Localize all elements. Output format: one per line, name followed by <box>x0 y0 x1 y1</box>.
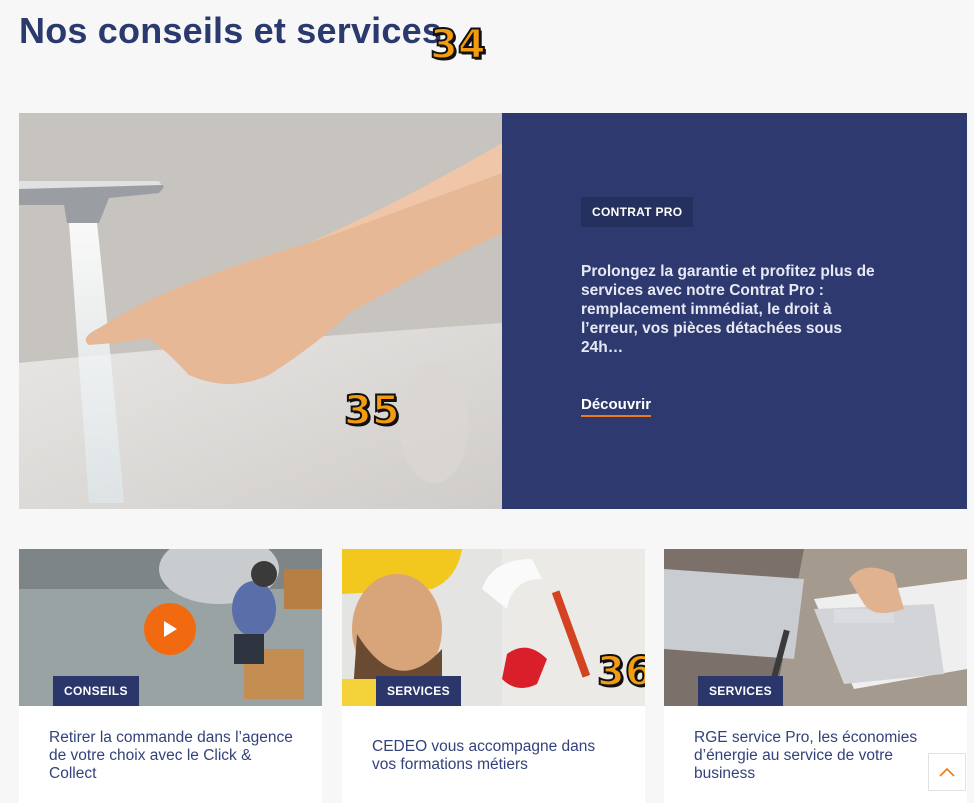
card-tag: SERVICES <box>698 676 783 706</box>
discover-link[interactable]: Découvrir <box>581 396 652 417</box>
card-title[interactable]: RGE service Pro, les économies d’énergie… <box>694 729 944 783</box>
card-click-collect[interactable]: CONSEILS Retirer la commande dans l’agen… <box>19 549 322 803</box>
hero-panel: CONTRAT PRO Prolongez la garantie et pro… <box>502 113 967 509</box>
marker-34: 34 <box>429 21 487 69</box>
card-rge-service[interactable]: SERVICES RGE service Pro, les économies … <box>664 549 967 803</box>
card-image: SERVICES 36 <box>342 549 645 706</box>
card-formations[interactable]: SERVICES 36 CEDEO vous accompagne dans v… <box>342 549 645 803</box>
hero-image: 35 <box>19 113 502 509</box>
card-title[interactable]: CEDEO vous accompagne dans vos formation… <box>372 738 622 774</box>
card-image: SERVICES <box>664 549 967 706</box>
marker-35: 35 <box>343 387 401 435</box>
hero-description: Prolongez la garantie et profitez plus d… <box>581 263 875 356</box>
marker-36: 36 <box>596 648 645 696</box>
video-play-button[interactable] <box>144 603 196 655</box>
card-title[interactable]: Retirer la commande dans l’agence de vot… <box>49 729 299 783</box>
play-icon <box>164 621 177 637</box>
hero-banner[interactable]: 35 CONTRAT PRO Prolongez la garantie et … <box>19 113 967 509</box>
card-tag: SERVICES <box>376 676 461 706</box>
chevron-up-icon <box>939 767 955 777</box>
faucet-hand-illustration <box>19 113 502 509</box>
scroll-top-button[interactable] <box>928 753 966 791</box>
page-title: Nos conseils et services <box>19 10 443 51</box>
card-image: CONSEILS <box>19 549 322 706</box>
hero-tag: CONTRAT PRO <box>581 197 694 227</box>
card-tag: CONSEILS <box>53 676 139 706</box>
